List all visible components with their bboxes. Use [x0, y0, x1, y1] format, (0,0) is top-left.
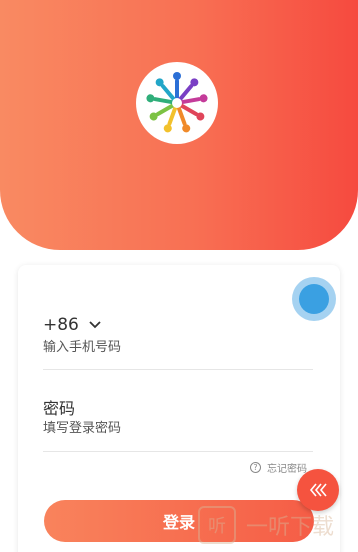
forgot-password-link[interactable]: ? 忘记密码 [250, 460, 307, 475]
country-code: +86 [43, 315, 79, 335]
forgot-password-label: 忘记密码 [267, 464, 307, 475]
password-label: 密码 [43, 399, 76, 418]
phone-input[interactable] [43, 336, 303, 358]
watermark-text: 一听下载 [246, 515, 335, 540]
chevrons-left-icon[interactable] [297, 469, 339, 511]
watermark-icon: 听 [198, 506, 236, 544]
divider [43, 451, 313, 452]
password-input[interactable] [43, 417, 303, 439]
divider [43, 369, 313, 370]
header-banner [0, 0, 358, 250]
floating-assistive-touch-icon[interactable] [292, 277, 336, 321]
chevron-down-icon [89, 318, 101, 333]
watermark: 听 一听下载 [198, 506, 334, 544]
app-logo [136, 62, 218, 144]
country-code-selector[interactable]: +86 [43, 315, 101, 335]
question-circle-icon: ? [250, 462, 261, 473]
people-circle-logo-icon [146, 72, 208, 133]
